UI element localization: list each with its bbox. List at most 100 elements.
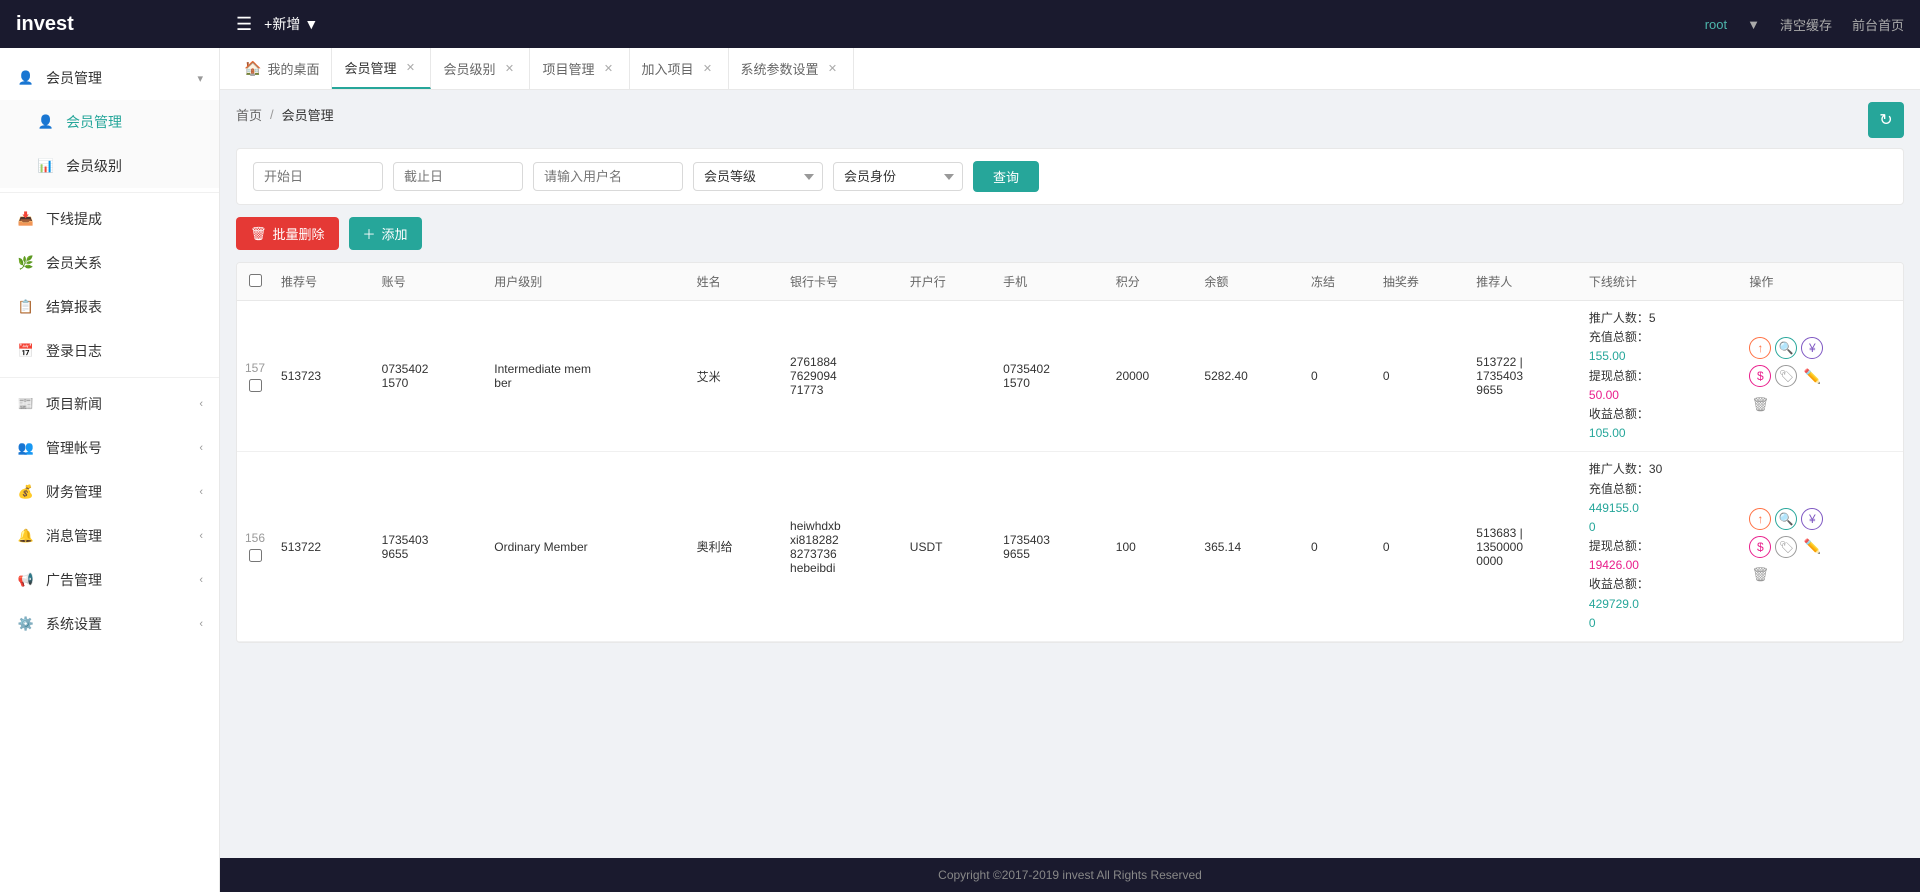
th-name: 姓名 bbox=[689, 263, 782, 301]
stats-earnings-label-2: 收益总额： bbox=[1589, 575, 1733, 594]
view-icon-1[interactable]: 🔍 bbox=[1775, 337, 1797, 359]
stats-earnings-amt-1: 105.00 bbox=[1589, 424, 1733, 443]
search-button[interactable]: 查询 bbox=[973, 161, 1039, 192]
tab-level-close[interactable]: ✕ bbox=[501, 61, 517, 77]
yuan-icon-1[interactable]: ¥ bbox=[1801, 337, 1823, 359]
tab-desk[interactable]: 🏠 我的桌面 bbox=[232, 48, 332, 89]
th-points: 积分 bbox=[1108, 263, 1197, 301]
stats-recharge-amt-2: 449155.00 bbox=[1589, 499, 1733, 537]
sidebar-item-member-mgmt[interactable]: 👤 会员管理 ▾ bbox=[0, 56, 219, 100]
edit-icon-1[interactable]: ✏️ bbox=[1801, 365, 1823, 387]
op-row-del-2: 🗑 bbox=[1749, 564, 1895, 586]
stats-promoter-1: 推广人数：5 bbox=[1589, 309, 1733, 328]
tab-project-close[interactable]: ✕ bbox=[601, 61, 617, 77]
start-date-input[interactable] bbox=[253, 162, 383, 191]
refresh-button[interactable]: ↻ bbox=[1868, 102, 1904, 138]
tab-join[interactable]: 加入项目 ✕ bbox=[630, 48, 729, 89]
td-bank-1 bbox=[902, 301, 995, 452]
add-button[interactable]: ＋ 添加 bbox=[349, 217, 422, 250]
breadcrumb-home[interactable]: 首页 bbox=[236, 105, 262, 124]
user-name[interactable]: root bbox=[1705, 17, 1727, 32]
batch-delete-button[interactable]: 🗑 批量删除 bbox=[236, 217, 339, 250]
recharge-icon-1[interactable]: ↑ bbox=[1749, 337, 1771, 359]
relation-icon: 🌿 bbox=[16, 253, 36, 273]
td-bank-2: USDT bbox=[902, 452, 995, 642]
sidebar-item-downline[interactable]: 📥 下线提成 bbox=[0, 197, 219, 241]
dollar-icon-2[interactable]: $ bbox=[1749, 536, 1771, 558]
sidebar-item-setting[interactable]: ⚙️ 系统设置 ‹ bbox=[0, 602, 219, 646]
td-lottery-1: 0 bbox=[1375, 301, 1468, 452]
edit-icon-2[interactable]: ✏️ bbox=[1801, 536, 1823, 558]
end-date-input[interactable] bbox=[393, 162, 523, 191]
th-phone: 手机 bbox=[995, 263, 1108, 301]
tab-join-label: 加入项目 bbox=[642, 59, 694, 78]
sidebar-item-ad[interactable]: 📢 广告管理 ‹ bbox=[0, 558, 219, 602]
delete-icon: 🗑 bbox=[250, 226, 267, 242]
sidebar-item-account[interactable]: 👥 管理帐号 ‹ bbox=[0, 426, 219, 470]
td-checkbox-1: 157 bbox=[237, 301, 273, 452]
sidebar: 👤 会员管理 ▾ 👤 会员管理 📊 会员级别 📥 下线提成 🌿 会员关系 📋 结… bbox=[0, 48, 220, 892]
sidebar-item-report[interactable]: 📋 结算报表 bbox=[0, 285, 219, 329]
op-row-top-2: ↑ 🔍 ¥ bbox=[1749, 508, 1895, 530]
breadcrumb-sep: / bbox=[270, 107, 274, 122]
td-referral-2: 513722 bbox=[273, 452, 374, 642]
row-checkbox-2[interactable] bbox=[249, 549, 262, 562]
dollar-icon-1[interactable]: $ bbox=[1749, 365, 1771, 387]
add-icon: ＋ bbox=[363, 224, 376, 243]
stats-promoter-2: 推广人数：30 bbox=[1589, 460, 1733, 479]
td-bankcard-2: heiwhdxbxi8182828273736hebeibdi bbox=[782, 452, 902, 642]
tab-member[interactable]: 会员管理 ✕ bbox=[332, 48, 431, 89]
action-bar: 🗑 批量删除 ＋ 添加 bbox=[236, 217, 1904, 250]
row-checkbox-1[interactable] bbox=[249, 379, 262, 392]
tag-icon-2[interactable]: 🏷 bbox=[1775, 536, 1797, 558]
tab-sysparams-close[interactable]: ✕ bbox=[825, 61, 841, 77]
sidebar-item-member-level[interactable]: 📊 会员级别 bbox=[0, 144, 219, 188]
tab-level[interactable]: 会员级别 ✕ bbox=[431, 48, 530, 89]
tab-project[interactable]: 项目管理 ✕ bbox=[530, 48, 629, 89]
footer-text: Copyright ©2017-2019 invest All Rights R… bbox=[938, 868, 1202, 882]
table-row: 157 513723 07354021570 Intermediate memb… bbox=[237, 301, 1903, 452]
delete-icon-1[interactable]: 🗑 bbox=[1749, 393, 1771, 415]
td-referral-1: 513723 bbox=[273, 301, 374, 452]
delete-icon-2[interactable]: 🗑 bbox=[1749, 564, 1771, 586]
breadcrumb: 首页 / 会员管理 bbox=[236, 105, 334, 124]
th-account: 账号 bbox=[374, 263, 487, 301]
username-input[interactable] bbox=[533, 162, 683, 191]
td-points-2: 100 bbox=[1108, 452, 1197, 642]
yuan-icon-2[interactable]: ¥ bbox=[1801, 508, 1823, 530]
sidebar-item-message[interactable]: 🔔 消息管理 ‹ bbox=[0, 514, 219, 558]
sidebar-item-login-log[interactable]: 📅 登录日志 bbox=[0, 329, 219, 373]
row-id-2: 156 bbox=[245, 531, 265, 545]
td-checkbox-2: 156 bbox=[237, 452, 273, 642]
stats-recharge-label-1: 充值总额： bbox=[1589, 328, 1733, 347]
level-select[interactable]: 会员等级 bbox=[693, 162, 823, 191]
identity-select[interactable]: 会员身份 bbox=[833, 162, 963, 191]
news-arrow-icon: ‹ bbox=[199, 398, 203, 410]
sidebar-item-member-list[interactable]: 👤 会员管理 bbox=[0, 100, 219, 144]
page-area: 首页 / 会员管理 ↻ 会员等级 会员身份 查询 bbox=[220, 90, 1920, 858]
tab-member-close[interactable]: ✕ bbox=[402, 60, 418, 76]
th-bank: 开户行 bbox=[902, 263, 995, 301]
sidebar-item-member-level-label: 会员级别 bbox=[66, 156, 203, 176]
report-icon: 📋 bbox=[16, 297, 36, 317]
sidebar-item-downline-label: 下线提成 bbox=[46, 209, 203, 229]
row-id-1: 157 bbox=[245, 361, 265, 375]
td-stats-1: 推广人数：5 充值总额： 155.00 提现总额： 50.00 收益总额： 10… bbox=[1581, 301, 1741, 452]
front-page-button[interactable]: 前台首页 bbox=[1852, 15, 1904, 34]
recharge-icon-2[interactable]: ↑ bbox=[1749, 508, 1771, 530]
user-dropdown-icon[interactable]: ▼ bbox=[1747, 17, 1760, 32]
select-all-checkbox[interactable] bbox=[249, 274, 262, 287]
add-new-button[interactable]: +新增 ▼ bbox=[264, 14, 318, 34]
tag-icon-1[interactable]: 🏷 bbox=[1775, 365, 1797, 387]
sidebar-item-relation[interactable]: 🌿 会员关系 bbox=[0, 241, 219, 285]
sidebar-item-news[interactable]: 📰 项目新闻 ‹ bbox=[0, 382, 219, 426]
tab-join-close[interactable]: ✕ bbox=[700, 61, 716, 77]
clear-cache-button[interactable]: 清空缓存 bbox=[1780, 15, 1832, 34]
view-icon-2[interactable]: 🔍 bbox=[1775, 508, 1797, 530]
menu-toggle-button[interactable]: ☰ bbox=[236, 14, 252, 35]
tab-sysparams[interactable]: 系统参数设置 ✕ bbox=[729, 48, 854, 89]
sidebar-item-member-list-label: 会员管理 bbox=[66, 112, 203, 132]
sidebar-item-finance[interactable]: 💰 财务管理 ‹ bbox=[0, 470, 219, 514]
member-mgmt-icon: 👤 bbox=[16, 68, 36, 88]
search-bar: 会员等级 会员身份 查询 bbox=[236, 148, 1904, 205]
